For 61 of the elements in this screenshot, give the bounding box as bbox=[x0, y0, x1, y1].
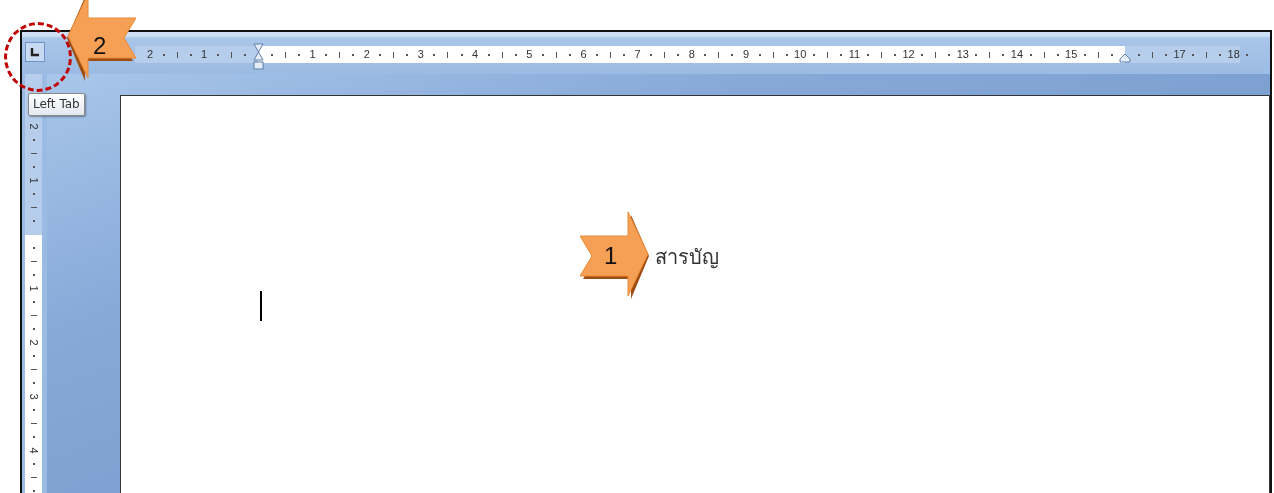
ruler-tick bbox=[230, 51, 232, 58]
ruler-tick bbox=[610, 51, 612, 58]
ruler-tick bbox=[30, 207, 37, 209]
indent-marker-icon[interactable] bbox=[252, 42, 264, 71]
ruler-number: 13 bbox=[956, 49, 969, 60]
ruler-number: 2 bbox=[146, 49, 153, 60]
left-tab-icon bbox=[30, 47, 40, 57]
ruler-tick bbox=[339, 51, 341, 58]
ruler-number: 3 bbox=[417, 49, 424, 60]
text-cursor bbox=[260, 291, 262, 321]
ruler-number: 1 bbox=[28, 285, 39, 292]
ruler-tick bbox=[501, 51, 503, 58]
ruler-tick bbox=[935, 51, 937, 58]
callout-arrow: 2 bbox=[66, 0, 136, 82]
ruler-tick bbox=[718, 51, 720, 58]
ruler-number: 9 bbox=[742, 49, 750, 60]
ruler-tick bbox=[30, 261, 37, 263]
ruler-number: 2 bbox=[28, 339, 39, 346]
ruler-number: 14 bbox=[1010, 49, 1024, 60]
ruler-number: 15 bbox=[1065, 49, 1078, 60]
ruler-tick bbox=[447, 51, 449, 58]
ruler-number: 10 bbox=[794, 49, 807, 60]
ruler-tick bbox=[30, 369, 37, 371]
ruler-tick bbox=[664, 51, 666, 58]
ruler-number: 7 bbox=[634, 49, 641, 60]
ruler-number: 8 bbox=[688, 49, 695, 60]
ruler-number: 12 bbox=[902, 49, 915, 60]
ruler-number: 1 bbox=[201, 49, 208, 60]
ruler-number: 17 bbox=[1173, 49, 1186, 60]
ruler-tick bbox=[30, 315, 37, 317]
ruler-tick bbox=[393, 51, 395, 58]
ruler-number: 5 bbox=[526, 49, 533, 60]
ruler-tick bbox=[30, 423, 37, 425]
tooltip: Left Tab bbox=[28, 93, 85, 116]
ruler-number: 4 bbox=[28, 447, 39, 454]
ruler-tick bbox=[826, 51, 828, 58]
ruler-tick bbox=[1097, 51, 1099, 58]
ruler-number: 11 bbox=[848, 49, 861, 60]
ruler-tick bbox=[30, 477, 37, 479]
ruler-tick bbox=[284, 51, 286, 58]
ruler-tick bbox=[881, 51, 882, 58]
callout-arrow: 1 bbox=[580, 212, 650, 300]
ruler-tick bbox=[1151, 51, 1153, 58]
ruler-number: 3 bbox=[28, 393, 39, 400]
ruler-tick bbox=[555, 51, 557, 58]
ruler-tick bbox=[176, 51, 178, 58]
ruler-number: 1 bbox=[309, 49, 316, 60]
ruler-tick bbox=[30, 153, 37, 155]
ruler-number: 6 bbox=[580, 49, 587, 60]
ruler-number: 4 bbox=[472, 49, 479, 60]
ruler-tick bbox=[1043, 51, 1045, 58]
ruler-number: 18 bbox=[1227, 49, 1240, 60]
ruler-number: 2 bbox=[28, 123, 39, 130]
ruler-tick bbox=[772, 51, 774, 58]
ruler-tick bbox=[1206, 51, 1208, 58]
ruler-number: 2 bbox=[363, 49, 370, 60]
ruler-number: 1 bbox=[28, 177, 39, 184]
ruler-tick bbox=[989, 51, 991, 58]
right-indent-marker-icon[interactable] bbox=[1119, 52, 1132, 63]
document-text: สารบัญ bbox=[655, 244, 719, 270]
tab-selector-button[interactable] bbox=[25, 42, 45, 62]
